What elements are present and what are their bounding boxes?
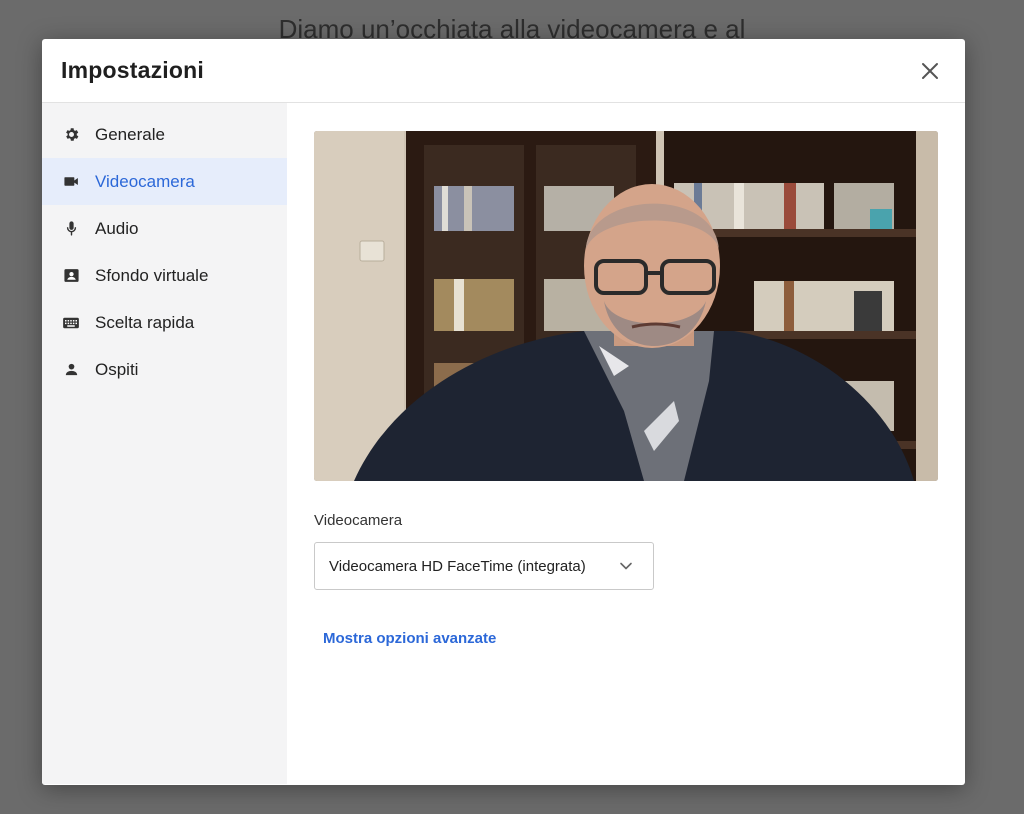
dialog-header: Impostazioni <box>42 39 965 103</box>
person-icon <box>62 361 80 379</box>
close-button[interactable] <box>915 56 945 86</box>
sidebar-item-label: Ospiti <box>95 359 139 379</box>
sidebar-item-label: Scelta rapida <box>95 312 195 332</box>
camera-settings-panel: Videocamera Videocamera HD FaceTime (int… <box>287 103 965 784</box>
gear-icon <box>62 126 80 144</box>
settings-dialog: Impostazioni Generale Videocamera Audio … <box>42 39 965 785</box>
microphone-icon <box>62 220 80 238</box>
sidebar-item-label: Sfondo virtuale <box>95 265 209 285</box>
keyboard-icon <box>62 314 80 332</box>
chevron-down-icon <box>620 562 632 570</box>
sidebar-item-generale[interactable]: Generale <box>42 111 287 158</box>
sidebar-item-ospiti[interactable]: Ospiti <box>42 346 287 393</box>
close-icon <box>922 62 938 79</box>
sidebar-item-scelta-rapida[interactable]: Scelta rapida <box>42 299 287 346</box>
settings-sidebar: Generale Videocamera Audio Sfondo virtua… <box>42 103 287 784</box>
sidebar-item-label: Generale <box>95 124 165 144</box>
camera-select-value: Videocamera HD FaceTime (integrata) <box>329 557 586 575</box>
camera-preview <box>314 131 938 481</box>
camera-field-label: Videocamera <box>314 512 403 529</box>
sidebar-item-label: Audio <box>95 218 139 238</box>
video-camera-icon <box>62 173 80 191</box>
sidebar-item-videocamera[interactable]: Videocamera <box>42 158 287 205</box>
sidebar-item-audio[interactable]: Audio <box>42 205 287 252</box>
dialog-title: Impostazioni <box>61 57 204 83</box>
advanced-options-link[interactable]: Mostra opzioni avanzate <box>323 630 496 647</box>
sidebar-item-sfondo-virtuale[interactable]: Sfondo virtuale <box>42 252 287 299</box>
sidebar-item-label: Videocamera <box>95 171 195 191</box>
camera-select[interactable]: Videocamera HD FaceTime (integrata) <box>314 542 654 590</box>
portrait-icon <box>62 267 80 285</box>
